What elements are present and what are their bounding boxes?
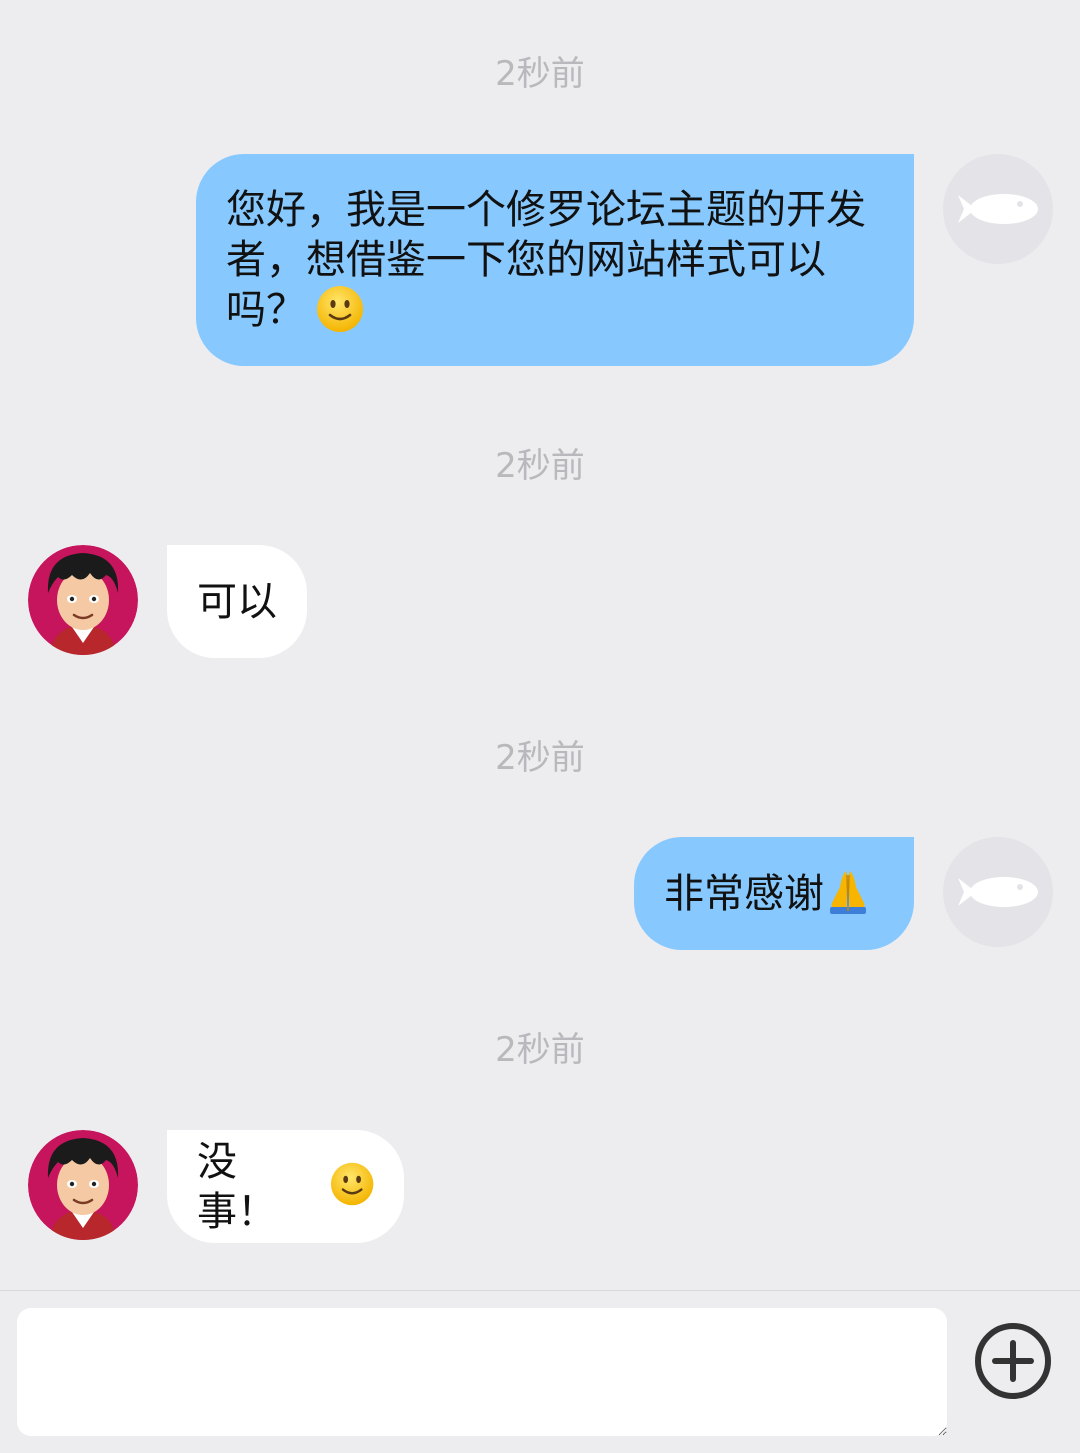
message-text: 没事！ [197,1138,277,1235]
my-avatar[interactable] [943,154,1053,264]
cartoon-boy-avatar-icon [28,545,138,655]
message-text: 非常感谢 [664,870,824,917]
folded-hands-emoji-icon [830,870,866,914]
my-avatar[interactable] [943,837,1053,947]
fish-icon [958,194,1038,224]
message-timestamp: 2秒前 [495,738,585,778]
contact-avatar[interactable] [28,545,138,655]
cartoon-boy-avatar-icon [28,1130,138,1240]
slightly-smiling-face-emoji-icon [317,285,363,332]
incoming-message-bubble[interactable]: 可以 [167,545,307,658]
fish-icon [958,877,1038,907]
chat-message-list[interactable]: 2秒前 您好，我是一个修罗论坛主题的开发者，想借鉴一下您的网站样式可以吗？ 2秒… [0,0,1080,1290]
plus-circle-icon[interactable] [973,1321,1053,1401]
composer-bar [0,1290,1080,1453]
message-text: 可以 [197,578,277,625]
incoming-message-bubble[interactable]: 没事！ [167,1130,404,1243]
contact-avatar[interactable] [28,1130,138,1240]
slightly-smiling-face-emoji-icon [330,1162,374,1205]
message-timestamp: 2秒前 [495,1030,585,1070]
outgoing-message-bubble[interactable]: 非常感谢 [634,837,914,950]
outgoing-message-bubble[interactable]: 您好，我是一个修罗论坛主题的开发者，想借鉴一下您的网站样式可以吗？ [196,154,914,366]
message-timestamp: 2秒前 [495,54,585,94]
message-timestamp: 2秒前 [495,446,585,486]
message-input[interactable] [17,1308,947,1436]
